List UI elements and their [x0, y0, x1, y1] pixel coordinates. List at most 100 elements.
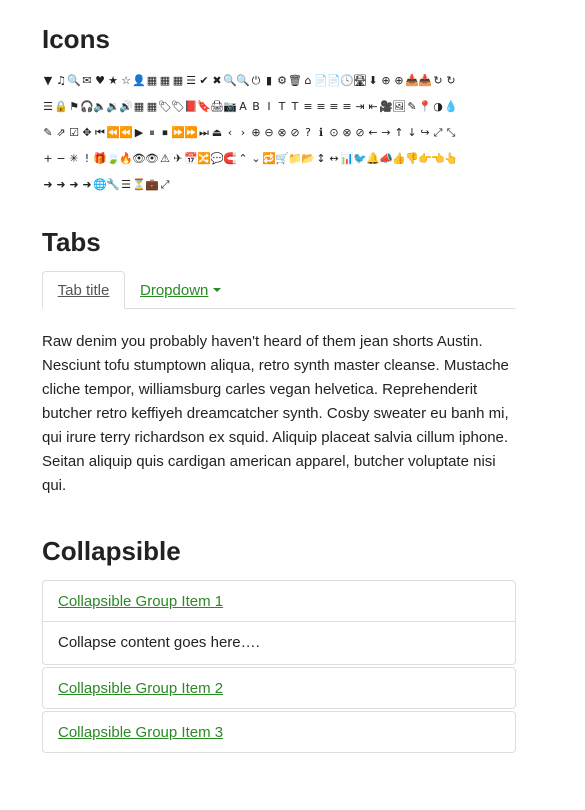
collapsible-toggle-2[interactable]: Collapsible Group Item 2 — [58, 680, 223, 697]
glyph-icon: 📄 — [315, 73, 327, 87]
glyph-icon: 🔖 — [198, 99, 210, 113]
glyph-icon: 🗑 — [289, 73, 301, 87]
glyph-icon: ▦ — [159, 73, 171, 87]
glyph-icon: ▦ — [172, 73, 184, 87]
glyph-icon: 📅 — [185, 151, 197, 165]
glyph-icon: ➜ — [56, 177, 66, 191]
glyph-icon: − — [56, 151, 66, 165]
glyph-icon: 👁 — [133, 151, 145, 165]
glyph-icon: 🔈 — [94, 99, 106, 113]
collapsible-panel-1: Collapsible Group Item 1 Collapse conten… — [42, 580, 516, 665]
collapsible-panel-3: Collapsible Group Item 3 — [42, 711, 516, 753]
glyph-icon: 👈 — [432, 151, 444, 165]
glyph-icon: 🎁 — [94, 151, 106, 165]
glyph-icon: ⏪ — [120, 125, 132, 139]
collapsible-body-1: Collapse content goes here…. — [43, 621, 515, 663]
tab-dropdown-label: Dropdown — [140, 281, 209, 299]
glyph-icon: + — [43, 151, 53, 165]
glyph-icon: 🎥 — [380, 99, 392, 113]
glyph-icon: ⇥ — [355, 99, 365, 113]
caret-down-icon — [213, 288, 222, 292]
glyph-icon: 🔥 — [120, 151, 132, 165]
glyph-icon: ⤢ — [160, 177, 170, 191]
glyph-icon: 🔒 — [55, 99, 67, 113]
glyph-icon: ⬇ — [368, 73, 378, 87]
glyph-icon: 📥 — [406, 73, 418, 87]
glyph-icon: ✖ — [212, 73, 222, 87]
glyph-icon: ▶ — [134, 125, 144, 139]
glyph-icon: ⇤ — [368, 99, 378, 113]
glyph-icon: ➜ — [43, 177, 53, 191]
glyph-icon: 🔍 — [68, 73, 80, 87]
glyph-icon: ↓ — [407, 125, 417, 139]
glyph-icon: 🏷 — [172, 99, 184, 113]
collapsible-panel-2: Collapsible Group Item 2 — [42, 667, 516, 709]
glyph-icon: 👉 — [419, 151, 431, 165]
glyph-icon: ← — [368, 125, 378, 139]
glyph-icon: 👆 — [445, 151, 457, 165]
glyph-icon: ⚑ — [69, 99, 79, 113]
glyph-icon: 🔍 — [224, 73, 236, 87]
glyph-icon: ♥ — [95, 73, 105, 87]
glyph-icon: 📕 — [185, 99, 197, 113]
glyph-icon: ⏩ — [185, 125, 197, 139]
tabs-heading: Tabs — [42, 227, 101, 257]
glyph-icon: 🛒 — [276, 151, 288, 165]
glyph-icon: 🔧 — [107, 177, 119, 191]
tab-content-pane: Raw denim you probably haven't heard of … — [42, 333, 509, 494]
collapsible-toggle-1[interactable]: Collapsible Group Item 1 — [58, 593, 223, 610]
glyph-icon: ⏹ — [162, 125, 168, 139]
icon-row: ➜ ➜ ➜ ➜ 🌐 🔧 ☰ ⏳ 💼 ⤢ — [42, 171, 516, 197]
glyph-icon: ▦ — [133, 99, 145, 113]
collapsible-toggle-3[interactable]: Collapsible Group Item 3 — [58, 724, 223, 741]
glyph-icon: 🐦 — [354, 151, 366, 165]
glyph-icon: ✳ — [69, 151, 79, 165]
glyph-icon: 🔉 — [107, 99, 119, 113]
glyph-icon: ⏩ — [172, 125, 184, 139]
glyph-icon: 🕓 — [341, 73, 353, 87]
icons-heading: Icons — [42, 24, 110, 54]
glyph-icon: ⊗ — [342, 125, 352, 139]
glyph-icon: ✔ — [199, 73, 209, 87]
glyph-icon: 🔔 — [367, 151, 379, 165]
glyph-icon: ⌄ — [251, 151, 261, 165]
icon-row: ☰ 🔒 ⚑ 🎧 🔈 🔉 🔊 ▦ ▦ 🏷 🏷 📕 🔖 🖨 📷 A B I T T ≡ ≡ ≡ ≡ ⇥ ⇤ 🎥 🖼 ✎ 📍 ◑ 💧 — [42, 93, 516, 119]
glyph-icon: ↔ — [329, 151, 339, 165]
glyph-icon: ↻ — [433, 73, 443, 87]
glyph-icon: ℹ — [318, 125, 324, 139]
glyph-icon: ⇗ — [56, 125, 66, 139]
glyph-icon: ⏸ — [149, 125, 155, 139]
glyph-icon: 💧 — [445, 99, 457, 113]
glyph-icon: 🖨 — [211, 99, 223, 113]
glyph-icon: ⏮ — [95, 125, 105, 139]
glyph-icon: 📊 — [341, 151, 353, 165]
tab-dropdown[interactable]: Dropdown — [140, 271, 222, 309]
glyph-icon: 🔊 — [120, 99, 132, 113]
glyph-icon: T — [291, 99, 299, 113]
glyph-icon: ☰ — [186, 73, 196, 87]
glyph-icon: 🌐 — [94, 177, 106, 191]
glyph-icon: 🔁 — [263, 151, 275, 165]
glyph-icon: 👍 — [393, 151, 405, 165]
glyph-icon: ↪ — [420, 125, 430, 139]
glyph-icon: ⌃ — [238, 151, 248, 165]
tab-title[interactable]: Tab title — [42, 271, 125, 309]
glyph-icon: ≡ — [303, 99, 313, 113]
glyph-icon: ☆ — [121, 73, 131, 87]
glyph-icon: ★ — [108, 73, 118, 87]
glyph-icon: ⌂ — [304, 73, 312, 87]
glyph-icon: 💬 — [211, 151, 223, 165]
glyph-icon: ⏪ — [107, 125, 119, 139]
glyph-icon: ☰ — [43, 99, 53, 113]
tab-title-label: Tab title — [57, 281, 110, 299]
glyph-icon: ☑ — [69, 125, 79, 139]
glyph-icon: ▦ — [146, 73, 158, 87]
glyph-icon: 🔀 — [198, 151, 210, 165]
glyph-icon: ✥ — [82, 125, 92, 139]
glyph-icon: ? — [305, 125, 311, 139]
glyph-icon: ⏻ — [251, 73, 261, 87]
glyph-icon: ↑ — [394, 125, 404, 139]
glyph-icon: ‹ — [227, 125, 233, 139]
glyph-icon: ✎ — [407, 99, 417, 113]
glyph-icon: 👁 — [146, 151, 158, 165]
